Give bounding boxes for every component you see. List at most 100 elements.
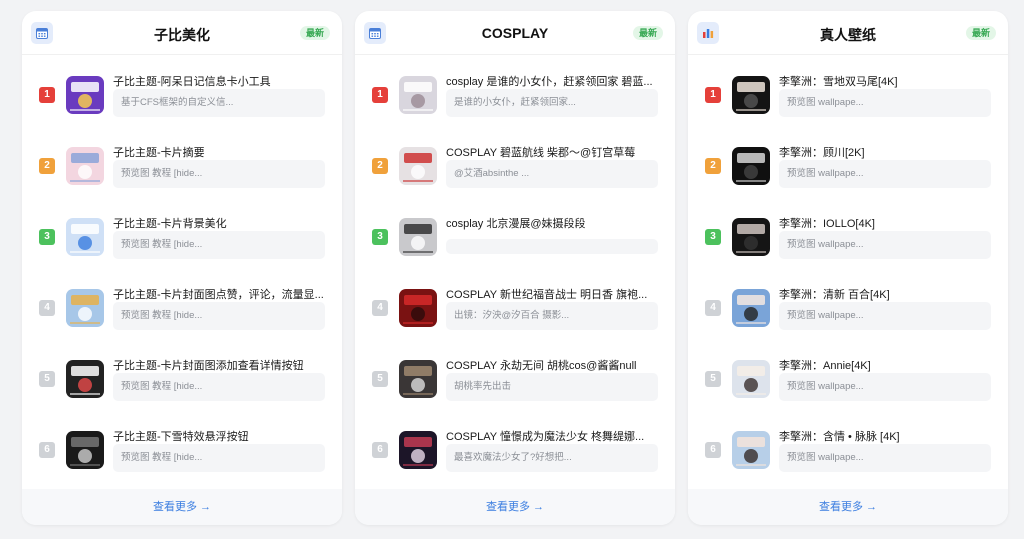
list-item[interactable]: 5 COSPLAY 永劫无间 胡桃cos@酱酱null 胡桃率先出击	[355, 351, 675, 415]
item-excerpt: 预览图 教程 [hide...	[113, 373, 325, 401]
item-title-link[interactable]: 子比主题-卡片封面图点赞，评论，流量显...	[113, 286, 333, 302]
view-more-link[interactable]: 查看更多 →	[355, 489, 675, 525]
item-excerpt: 预览图 教程 [hide...	[113, 444, 325, 472]
rank-badge: 3	[705, 229, 721, 245]
item-excerpt	[446, 239, 658, 254]
item-excerpt: 预览图 wallpape...	[779, 89, 991, 117]
item-title-link[interactable]: 子比主题-卡片封面图添加查看详情按钮	[113, 357, 333, 373]
thumbnail-image[interactable]	[66, 218, 104, 256]
item-excerpt: 胡桃率先出击	[446, 373, 658, 401]
rank-badge: 6	[372, 442, 388, 458]
thumbnail-image[interactable]	[399, 76, 437, 114]
thumbnail-image[interactable]	[732, 76, 770, 114]
item-title-link[interactable]: 子比主题-阿呆日记信息卡小工具	[113, 73, 333, 89]
thumbnail-image[interactable]	[732, 218, 770, 256]
list-item[interactable]: 2 李擎洲：顾川[2K] 预览图 wallpape...	[688, 138, 1008, 202]
item-excerpt: 预览图 教程 [hide...	[113, 160, 325, 188]
item-title-link[interactable]: 子比主题-卡片背景美化	[113, 215, 333, 231]
item-title-link[interactable]: 李擎洲：雪地双马尾[4K]	[779, 73, 999, 89]
rank-badge: 5	[39, 371, 55, 387]
item-excerpt: 预览图 wallpape...	[779, 373, 991, 401]
rank-badge: 1	[39, 87, 55, 103]
thumbnail-image[interactable]	[732, 360, 770, 398]
card-title[interactable]: COSPLAY	[355, 25, 675, 41]
thumbnail-image[interactable]	[732, 147, 770, 185]
rank-badge: 5	[372, 371, 388, 387]
thumbnail-image[interactable]	[66, 76, 104, 114]
latest-badge: 最新	[632, 26, 663, 40]
item-title-link[interactable]: 李擎洲：IOLLO[4K]	[779, 215, 999, 231]
list-item[interactable]: 3 cosplay 北京漫展@妹摄段段	[355, 209, 675, 273]
thumbnail-image[interactable]	[399, 147, 437, 185]
rank-badge: 1	[705, 87, 721, 103]
card-header: 真人壁纸 最新	[688, 11, 1008, 55]
item-title-link[interactable]: COSPLAY 憧憬成为魔法少女 柊舞缇娜...	[446, 428, 666, 444]
item-title-link[interactable]: COSPLAY 新世纪福音战士 明日香 旗袍...	[446, 286, 666, 302]
item-title-link[interactable]: 李擎洲：Annie[4K]	[779, 357, 999, 373]
item-excerpt: @艾酒absinthe ...	[446, 160, 658, 188]
list-item[interactable]: 5 李擎洲：Annie[4K] 预览图 wallpape...	[688, 351, 1008, 415]
rank-badge: 5	[705, 371, 721, 387]
rank-badge: 6	[39, 442, 55, 458]
list-item[interactable]: 6 子比主题-下雪特效悬浮按钮 预览图 教程 [hide...	[22, 422, 342, 486]
card-0: 子比美化 最新 1 子比主题-阿呆日记信息卡小工具 基于CFS框架的自定义信... 2 子比…	[22, 11, 342, 525]
item-excerpt: 预览图 教程 [hide...	[113, 231, 325, 259]
list-item[interactable]: 3 子比主题-卡片背景美化 预览图 教程 [hide...	[22, 209, 342, 273]
list-item[interactable]: 1 子比主题-阿呆日记信息卡小工具 基于CFS框架的自定义信...	[22, 67, 342, 131]
list-item[interactable]: 4 李擎洲：清新 百合[4K] 预览图 wallpape...	[688, 280, 1008, 344]
card-title[interactable]: 子比美化	[22, 25, 342, 45]
item-title-link[interactable]: 子比主题-下雪特效悬浮按钮	[113, 428, 333, 444]
thumbnail-image[interactable]	[66, 431, 104, 469]
rank-badge: 1	[372, 87, 388, 103]
rank-badge: 4	[39, 300, 55, 316]
thumbnail-image[interactable]	[66, 289, 104, 327]
item-title-link[interactable]: COSPLAY 永劫无间 胡桃cos@酱酱null	[446, 357, 666, 373]
rank-badge: 3	[372, 229, 388, 245]
card-1: COSPLAY 最新 1 cosplay 是谁的小女仆，赶紧领回家 碧蓝... 是谁的小…	[355, 11, 675, 525]
item-title-link[interactable]: COSPLAY 碧蓝航线 柴郡～@钉宫草莓	[446, 144, 666, 160]
thumbnail-image[interactable]	[399, 289, 437, 327]
card-2: 真人壁纸 最新 1 李擎洲：雪地双马尾[4K] 预览图 wallpape... 2 李擎洲：…	[688, 11, 1008, 525]
item-title-link[interactable]: 子比主题-卡片摘要	[113, 144, 333, 160]
item-title-link[interactable]: cosplay 北京漫展@妹摄段段	[446, 215, 666, 231]
item-excerpt: 预览图 wallpape...	[779, 231, 991, 259]
list-item[interactable]: 5 子比主题-卡片封面图添加查看详情按钮 预览图 教程 [hide...	[22, 351, 342, 415]
thumbnail-image[interactable]	[399, 360, 437, 398]
item-title-link[interactable]: 李擎洲：顾川[2K]	[779, 144, 999, 160]
view-more-link[interactable]: 查看更多 →	[688, 489, 1008, 525]
list-item[interactable]: 4 子比主题-卡片封面图点赞，评论，流量显... 预览图 教程 [hide...	[22, 280, 342, 344]
card-title[interactable]: 真人壁纸	[688, 25, 1008, 45]
item-excerpt: 预览图 wallpape...	[779, 444, 991, 472]
list-item[interactable]: 3 李擎洲：IOLLO[4K] 预览图 wallpape...	[688, 209, 1008, 273]
thumbnail-image[interactable]	[732, 289, 770, 327]
item-excerpt: 预览图 wallpape...	[779, 160, 991, 188]
item-excerpt: 预览图 教程 [hide...	[113, 302, 325, 330]
item-excerpt: 最喜欢魔法少女了?好想把...	[446, 444, 658, 472]
thumbnail-image[interactable]	[399, 218, 437, 256]
thumbnail-image[interactable]	[66, 147, 104, 185]
item-title-link[interactable]: cosplay 是谁的小女仆，赶紧领回家 碧蓝...	[446, 73, 666, 89]
list-item[interactable]: 2 子比主题-卡片摘要 预览图 教程 [hide...	[22, 138, 342, 202]
list-item[interactable]: 1 李擎洲：雪地双马尾[4K] 预览图 wallpape...	[688, 67, 1008, 131]
rank-badge: 2	[39, 158, 55, 174]
latest-badge: 最新	[299, 26, 330, 40]
list-item[interactable]: 4 COSPLAY 新世纪福音战士 明日香 旗袍... 出镜：汐泱@汐百合 摄影..…	[355, 280, 675, 344]
item-excerpt: 基于CFS框架的自定义信...	[113, 89, 325, 117]
latest-badge: 最新	[965, 26, 996, 40]
view-more-link[interactable]: 查看更多 →	[22, 489, 342, 525]
thumbnail-image[interactable]	[732, 431, 770, 469]
item-title-link[interactable]: 李擎洲：清新 百合[4K]	[779, 286, 999, 302]
thumbnail-image[interactable]	[66, 360, 104, 398]
rank-badge: 4	[372, 300, 388, 316]
list-item[interactable]: 1 cosplay 是谁的小女仆，赶紧领回家 碧蓝... 是谁的小女仆，赶紧领回家.…	[355, 67, 675, 131]
list-item[interactable]: 6 李擎洲：含情 • 脉脉 [4K] 预览图 wallpape...	[688, 422, 1008, 486]
thumbnail-image[interactable]	[399, 431, 437, 469]
list-item[interactable]: 6 COSPLAY 憧憬成为魔法少女 柊舞缇娜... 最喜欢魔法少女了?好想把...	[355, 422, 675, 486]
item-title-link[interactable]: 李擎洲：含情 • 脉脉 [4K]	[779, 428, 999, 444]
item-excerpt: 出镜：汐泱@汐百合 摄影...	[446, 302, 658, 330]
item-excerpt: 是谁的小女仆，赶紧领回家...	[446, 89, 658, 117]
list-item[interactable]: 2 COSPLAY 碧蓝航线 柴郡～@钉宫草莓 @艾酒absinthe ...	[355, 138, 675, 202]
rank-badge: 3	[39, 229, 55, 245]
rank-badge: 4	[705, 300, 721, 316]
rank-badge: 2	[372, 158, 388, 174]
